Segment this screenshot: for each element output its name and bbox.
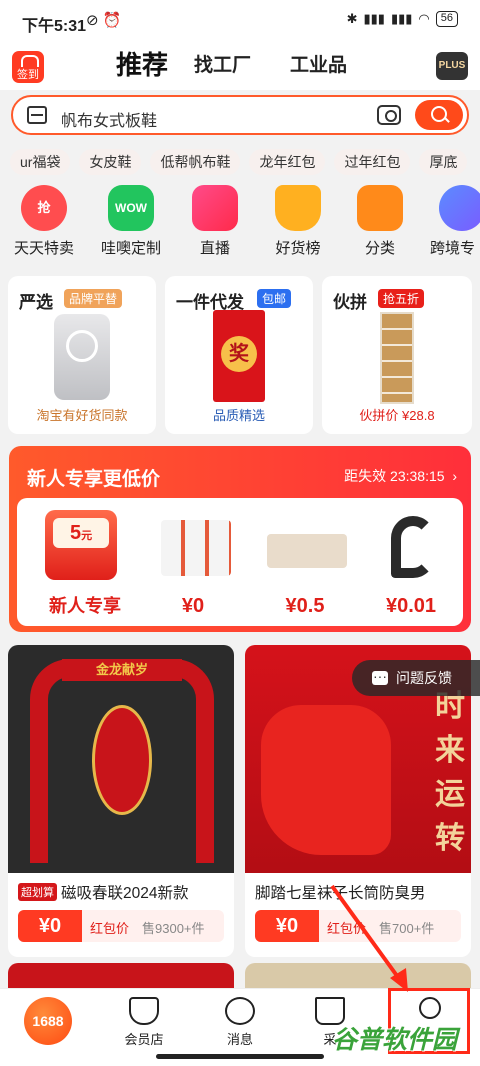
status-bar: 下午5:31 ⊘ ⏰ ✱ ▮▮▮ ▮▮▮ ◠ 56 — [0, 0, 480, 42]
earphone-image — [391, 516, 435, 578]
search-button[interactable] — [415, 100, 463, 130]
watermark: 谷普软件园 — [332, 1026, 458, 1054]
chip-keyword[interactable]: 低帮帆布鞋 — [150, 149, 241, 175]
signin-button[interactable]: 签到 — [12, 51, 44, 83]
newcomer-coupon[interactable]: 5元 新人专享 — [27, 510, 127, 618]
notification-icons: ⊘ ⏰ — [86, 12, 122, 29]
category-cross-border[interactable]: 跨境专 — [418, 185, 480, 258]
product-card[interactable]: 金龙献岁 超划算 磁吸春联2024新款 ¥0 红包价 售9300+件 — [8, 645, 234, 957]
coupon-label: 新人专享 — [49, 596, 121, 616]
card-caption: 品质精选 — [212, 408, 265, 423]
card-title: 严选 — [19, 293, 53, 312]
nav-label: 会员店 — [124, 1032, 164, 1047]
card-title: 伙拼 — [333, 293, 367, 312]
category-label: 好货榜 — [275, 240, 321, 257]
category-label: 天天特卖 — [13, 240, 74, 257]
home-logo-button[interactable]: 1688 — [24, 997, 72, 1045]
red-envelope-image: 奖 — [213, 310, 265, 402]
category-label: 哇噢定制 — [100, 240, 161, 257]
system-icons: ✱ ▮▮▮ ▮▮▮ ◠ 56 — [347, 11, 458, 27]
search-bar[interactable]: 帆布女式板鞋 — [11, 95, 469, 135]
signal-icon-2: ▮▮▮ — [390, 11, 413, 26]
bluetooth-icon: ✱ — [346, 11, 358, 26]
tab-industrial[interactable]: 工业品 — [290, 50, 347, 77]
keyword-chips: ur福袋 女皮鞋 低帮帆布鞋 龙年红包 过年红包 厚底 — [10, 149, 476, 175]
power-bank-image — [54, 314, 110, 400]
tissue-image — [161, 520, 231, 576]
price-type: 红包价 — [90, 921, 130, 936]
tab-factory[interactable]: 找工厂 — [194, 50, 251, 77]
newcomer-product[interactable]: ¥0 — [143, 510, 243, 618]
search-input[interactable]: 帆布女式板鞋 — [61, 107, 157, 131]
category-ranking[interactable]: 好货榜 — [254, 185, 342, 258]
category-custom[interactable]: WOW 哇噢定制 — [87, 185, 175, 258]
flash-sale-icon: 抢 — [21, 185, 67, 231]
newcomer-title: 新人专享更低价 — [27, 469, 161, 490]
live-play-icon — [192, 185, 238, 231]
plus-button[interactable]: PLUS — [436, 52, 468, 80]
product-image-couplets: 金龙献岁 — [8, 645, 234, 873]
category-label: 分类 — [364, 240, 395, 257]
newcomer-product[interactable]: ¥0.5 — [255, 510, 355, 618]
signal-icon: ▮▮▮ — [363, 11, 385, 26]
next-product-card[interactable] — [8, 963, 234, 989]
battery-icon: 56 — [435, 11, 458, 27]
product-price: ¥0 — [181, 595, 205, 617]
price-bar: ¥0 红包价 售9300+件 — [18, 910, 224, 942]
card-selected[interactable]: 严选 品牌平替 淘宝有好货同款 — [8, 276, 156, 434]
coupon-icon: 5元 — [45, 510, 117, 580]
product-name: 超划算 磁吸春联2024新款 — [18, 881, 188, 903]
card-caption: 伙拼价 ¥28.8 — [359, 408, 435, 423]
tab-recommend[interactable]: 推荐 — [116, 45, 168, 82]
card-badge: 品牌平替 — [64, 289, 123, 308]
newcomer-banner[interactable]: 新人专享更低价 距失效 23:38:15 › 5元 新人专享 ¥0 ¥0.5 ¥… — [9, 446, 471, 632]
grid-icon — [357, 185, 403, 231]
product-price: ¥0 — [255, 910, 319, 942]
category-daily-deals[interactable]: 抢 天天特卖 — [0, 185, 88, 258]
camera-icon[interactable] — [377, 105, 401, 125]
chip-keyword[interactable]: 女皮鞋 — [79, 149, 142, 175]
category-label: 直播 — [199, 240, 230, 257]
card-dropship[interactable]: 一件代发 包邮 奖 品质精选 — [165, 276, 313, 434]
card-badge: 包邮 — [257, 289, 292, 308]
category-row: 抢 天天特卖 WOW 哇噢定制 直播 好货榜 分类 跨境专 — [0, 185, 480, 265]
globe-icon — [439, 185, 480, 231]
wifi-icon: ◠ — [418, 11, 430, 26]
crown-bag-icon — [129, 997, 159, 1025]
feedback-button[interactable]: 问题反馈 — [352, 660, 480, 696]
category-classify[interactable]: 分类 — [336, 185, 424, 258]
newcomer-items: 5元 新人专享 ¥0 ¥0.5 ¥0.01 — [17, 498, 463, 626]
clock: 下午5:31 — [22, 18, 87, 35]
trophy-icon — [275, 185, 321, 231]
chip-keyword[interactable]: 过年红包 — [334, 149, 411, 175]
category-label: 跨境专 — [430, 240, 476, 257]
annotation-arrow — [330, 884, 408, 992]
countdown: 距失效 23:38:15 › — [344, 468, 457, 484]
product-price: ¥0 — [18, 910, 82, 942]
chip-keyword[interactable]: 龙年红包 — [249, 149, 326, 175]
message-icon — [225, 997, 255, 1025]
shelf-image — [380, 312, 414, 404]
newcomer-product[interactable]: ¥0.01 — [361, 510, 461, 618]
category-live[interactable]: 直播 — [171, 185, 259, 258]
card-caption: 淘宝有好货同款 — [36, 408, 128, 423]
nav-member-store[interactable]: 会员店 — [104, 995, 184, 1048]
sticker-image — [267, 534, 347, 568]
home-indicator — [156, 1054, 324, 1059]
nav-messages[interactable]: 消息 — [200, 995, 280, 1048]
card-group-buy[interactable]: 伙拼 抢五折 伙拼价 ¥28.8 — [322, 276, 472, 434]
product-price: ¥0.01 — [385, 595, 437, 617]
chip-keyword[interactable]: ur福袋 — [10, 149, 71, 175]
chip-keyword[interactable]: 厚底 — [419, 149, 468, 175]
sold-count: 售9300+件 — [142, 921, 205, 936]
nav-label: 消息 — [226, 1032, 253, 1047]
scan-icon[interactable] — [27, 106, 47, 124]
product-price: ¥0.5 — [285, 595, 325, 617]
top-header: 签到 推荐 找工厂 工业品 PLUS — [0, 42, 480, 90]
card-badge: 抢五折 — [378, 289, 425, 308]
wow-icon: WOW — [108, 185, 154, 231]
